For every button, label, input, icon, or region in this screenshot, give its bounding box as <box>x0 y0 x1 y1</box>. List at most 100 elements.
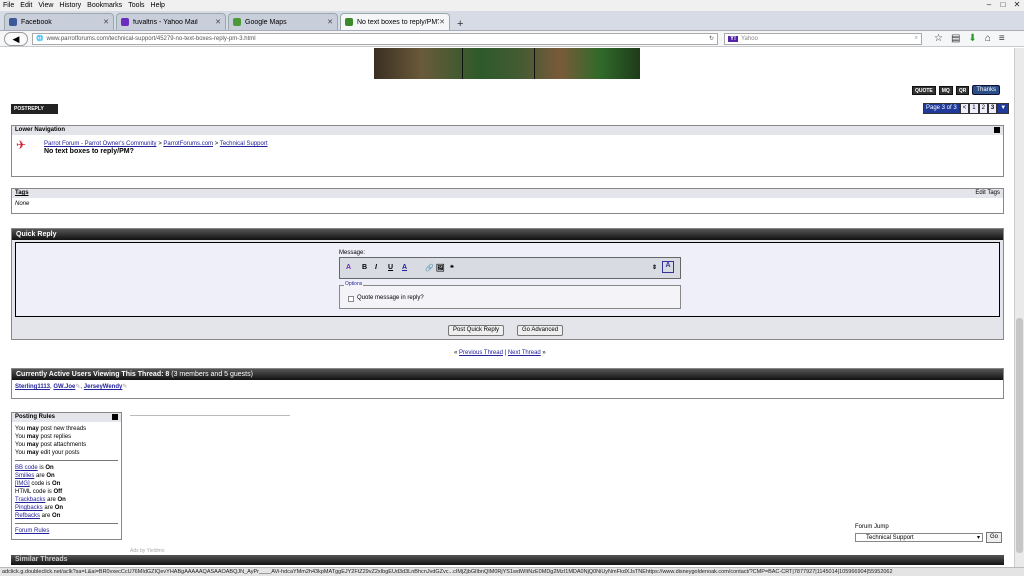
quick-reply-button[interactable]: QR <box>955 85 970 95</box>
rule-line: You may post new threads <box>15 426 87 432</box>
scrollbar-thumb[interactable] <box>1016 318 1023 553</box>
quote-checkbox-label[interactable]: Quote message in reply? <box>357 295 424 301</box>
menu-tools[interactable]: Tools <box>125 2 147 9</box>
menu-history[interactable]: History <box>56 2 84 9</box>
home-icon[interactable]: ⌂ <box>985 33 991 44</box>
trackbacks-link[interactable]: Trackbacks <box>15 497 45 503</box>
user-link[interactable]: GW.Joe <box>53 384 75 390</box>
collapse-icon[interactable] <box>112 414 118 420</box>
page-link-1[interactable]: 1 <box>969 103 979 114</box>
quote-icon[interactable]: ❝ <box>450 264 454 272</box>
search-icon[interactable]: ⌕ <box>915 35 918 42</box>
go-button[interactable]: Go <box>986 532 1002 543</box>
active-users-panel: Currently Active Users Viewing This Thre… <box>11 368 1004 399</box>
bookmark-star-icon[interactable]: ☆ <box>934 33 943 44</box>
code-line: Refbacks are On <box>15 513 61 519</box>
resize-arrows-icon[interactable]: ⇕ <box>652 264 657 271</box>
vertical-scrollbar[interactable] <box>1014 48 1024 567</box>
previous-thread-link[interactable]: Previous Thread <box>459 350 503 356</box>
tags-value: None <box>15 201 30 207</box>
tab-facebook[interactable]: Facebook ✕ <box>4 13 114 30</box>
close-window-icon[interactable]: ✕ <box>1010 0 1024 10</box>
font-icon[interactable]: A <box>346 264 351 271</box>
minimize-icon[interactable]: – <box>982 0 996 10</box>
forum-jump-select[interactable]: Technical Support ▾ <box>855 533 983 542</box>
posting-rules-panel: Posting Rules You may post new threads Y… <box>11 412 122 540</box>
close-tab-icon[interactable]: ✕ <box>439 18 445 26</box>
prev-page-link[interactable]: < <box>959 103 970 114</box>
posting-rules-title: Posting Rules <box>15 414 56 420</box>
close-tab-icon[interactable]: ✕ <box>103 18 109 26</box>
reload-icon[interactable]: ↻ <box>709 35 714 42</box>
breadcrumb-parrotforums[interactable]: ParrotForums.com <box>163 141 213 147</box>
address-bar[interactable]: 🌐 www.parrotforums.com/technical-support… <box>32 32 718 45</box>
switch-editor-mode-icon[interactable]: A <box>662 261 674 273</box>
breadcrumb-forum-home[interactable]: Parrot Forum - Parrot Owner's Community <box>44 141 157 147</box>
img-code-link[interactable]: [IMG] <box>15 481 30 487</box>
quote-button[interactable]: QUOTE <box>911 85 936 95</box>
bb-code-link[interactable]: BB code <box>15 465 38 471</box>
tags-title[interactable]: Tags <box>15 190 29 196</box>
status-url: adclick.g.doubleclick.net/aclk?sa=L&ai=B… <box>2 569 893 575</box>
yahoo-icon: Y! <box>728 35 738 42</box>
bold-icon[interactable]: B <box>362 264 367 271</box>
menu-bookmarks[interactable]: Bookmarks <box>84 2 125 9</box>
post-image <box>374 48 640 79</box>
menu-file[interactable]: File <box>0 2 17 9</box>
post-reply-button[interactable]: POSTREPLY <box>11 104 58 114</box>
lower-navigation-panel: Lower Navigation ✈ Parrot Forum - Parrot… <box>11 125 1004 177</box>
refbacks-link[interactable]: Refbacks <box>15 513 40 519</box>
thread-title: No text boxes to reply/PM? <box>44 148 134 155</box>
active-users-list: Sterling1113, GW.Joe✎, JerseyWendy✎ <box>15 384 128 390</box>
tab-current-thread[interactable]: No text boxes to reply/PM?... ✕ <box>340 13 450 30</box>
menu-help[interactable]: Help <box>148 2 168 9</box>
maximize-icon[interactable]: □ <box>996 0 1010 10</box>
quick-reply-editor-area: Message: A B I U A 🔗 🖼 ❝ ⇕ A Options Quo… <box>15 242 1000 317</box>
active-users-title: Currently Active Users Viewing This Thre… <box>16 371 164 378</box>
link-icon[interactable]: 🔗 <box>425 264 434 272</box>
collapse-icon[interactable] <box>994 127 1000 133</box>
thanks-button[interactable]: Thanks <box>972 85 1000 95</box>
right-arrows: » <box>542 350 546 356</box>
code-line: Pingbacks are On <box>15 505 64 511</box>
quote-checkbox[interactable] <box>348 296 354 302</box>
menu-icon[interactable]: ≡ <box>999 33 1005 44</box>
tab-google-maps[interactable]: Google Maps ✕ <box>228 13 338 30</box>
multiquote-button[interactable]: MQ <box>938 85 953 95</box>
back-arrow-icon[interactable]: ◀ <box>4 31 28 46</box>
similar-threads-header: Similar Threads <box>11 555 1004 565</box>
user-link[interactable]: JerseyWendy <box>84 384 123 390</box>
text-color-icon[interactable]: A <box>402 264 407 271</box>
image-icon[interactable]: 🖼 <box>436 264 445 272</box>
post-quick-reply-button[interactable]: Post Quick Reply <box>448 325 505 336</box>
menu-view[interactable]: View <box>35 2 56 9</box>
quick-reply-title: Quick Reply <box>12 229 1003 240</box>
smilies-link[interactable]: Smilies <box>15 473 34 479</box>
search-placeholder: Yahoo <box>741 35 758 42</box>
chevron-down-icon[interactable]: ▼ <box>997 103 1010 114</box>
page-count-label[interactable]: Page 3 of 3 <box>923 103 960 114</box>
pingbacks-link[interactable]: Pingbacks <box>15 505 43 511</box>
new-tab-icon[interactable]: + <box>452 18 468 30</box>
user-link[interactable]: Sterling1113 <box>15 384 50 390</box>
page-link-2[interactable]: 2 <box>978 103 988 114</box>
close-tab-icon[interactable]: ✕ <box>215 18 221 26</box>
thread-nav-separator: | <box>504 350 507 356</box>
parrot-favicon-icon <box>345 18 353 26</box>
breadcrumb-technical-support[interactable]: Technical Support <box>220 141 268 147</box>
menu-edit[interactable]: Edit <box>17 2 35 9</box>
bookmarks-list-icon[interactable]: ▤ <box>951 33 960 44</box>
download-icon[interactable]: ⬇ <box>968 33 976 44</box>
underline-icon[interactable]: U <box>388 264 393 271</box>
tab-bar: Facebook ✕ fuvaltris - Yahoo Mail ✕ Goog… <box>0 11 1024 31</box>
edit-tags-link[interactable]: Edit Tags <box>975 189 1000 198</box>
page-link-current: 3 <box>987 103 998 114</box>
code-line: Smilies are On <box>15 473 55 479</box>
tab-yahoo-mail[interactable]: fuvaltris - Yahoo Mail ✕ <box>116 13 226 30</box>
search-bar[interactable]: Y! Yahoo ⌕ <box>724 32 922 45</box>
go-advanced-button[interactable]: Go Advanced <box>517 325 564 336</box>
italic-icon[interactable]: I <box>375 264 377 271</box>
forum-rules-link[interactable]: Forum Rules <box>15 528 49 534</box>
next-thread-link[interactable]: Next Thread <box>508 350 541 356</box>
close-tab-icon[interactable]: ✕ <box>327 18 333 26</box>
